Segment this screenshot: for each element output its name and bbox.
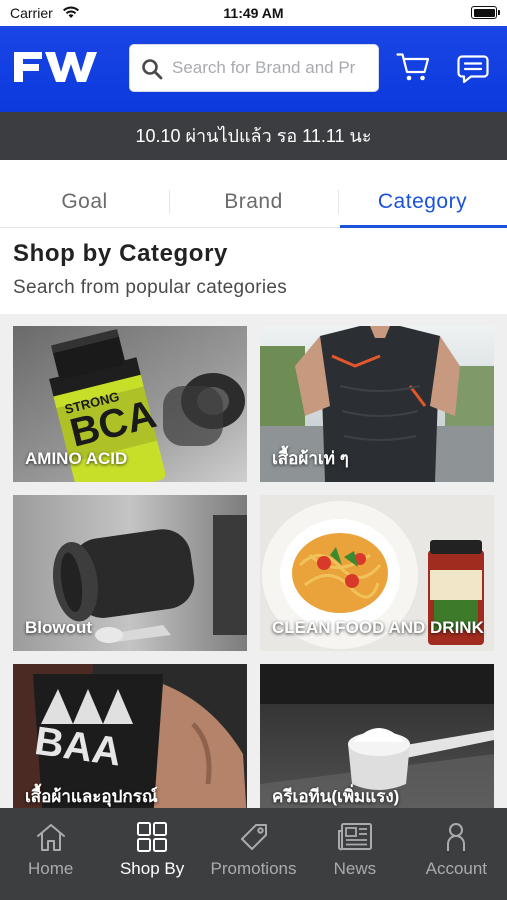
- person-icon: [447, 823, 466, 851]
- tab-goal[interactable]: Goal: [0, 178, 169, 227]
- shop-by-tabs: Goal Brand Category: [0, 178, 507, 228]
- search-icon: [142, 59, 163, 80]
- search-box[interactable]: [129, 44, 379, 92]
- app-header: [0, 26, 507, 112]
- tabbar-label: Home: [28, 859, 74, 878]
- tabbar-label: Account: [425, 859, 488, 878]
- grid-icon: [137, 822, 168, 852]
- tab-category[interactable]: Category: [338, 178, 507, 228]
- search-input[interactable]: [172, 45, 372, 91]
- category-card-clean-food[interactable]: CLEAN FOOD AND DRINK: [260, 495, 494, 651]
- status-time: 11:49 AM: [223, 5, 284, 21]
- bottom-tab-bar: Home Shop By Promotions News Account: [0, 808, 507, 900]
- tabbar-news[interactable]: News: [304, 808, 405, 900]
- announcement-bar: 10.10 ผ่านไปแล้ว รอ 11.11 นะ: [0, 112, 507, 160]
- tabbar-account[interactable]: Account: [406, 808, 507, 900]
- category-label: ครีเอทีน(เพิ่มแรง): [272, 787, 400, 806]
- category-label: AMINO ACID: [25, 449, 128, 468]
- cart-icon[interactable]: [396, 52, 430, 82]
- category-label: เสื้อผ้าเท่ ๆ: [272, 449, 349, 468]
- status-bar: Carrier 11:49 AM: [0, 0, 507, 26]
- category-label: Blowout: [25, 618, 93, 637]
- category-grid: STRONG BCA AMINO ACID เสื้อผ้าเท่ ๆ Blow…: [0, 314, 507, 808]
- tabbar-label: Shop By: [119, 859, 185, 878]
- tabbar-shop-by[interactable]: Shop By: [101, 808, 202, 900]
- category-card-cool-clothes[interactable]: เสื้อผ้าเท่ ๆ: [260, 326, 494, 482]
- tab-brand[interactable]: Brand: [169, 178, 338, 227]
- newspaper-icon: [337, 823, 372, 851]
- category-card-creatine[interactable]: ครีเอทีน(เพิ่มแรง): [260, 664, 494, 808]
- home-icon: [36, 824, 65, 851]
- category-card-blowout[interactable]: Blowout: [13, 495, 247, 651]
- section-title: Shop by Category: [13, 240, 228, 267]
- category-card-apparel-equipment[interactable]: BAA เสื้อผ้าและอุปกรณ์: [13, 664, 247, 808]
- section-subtitle: Search from popular categories: [13, 277, 288, 298]
- category-label: เสื้อผ้าและอุปกรณ์: [25, 787, 158, 806]
- tabbar-home[interactable]: Home: [0, 808, 101, 900]
- category-label: CLEAN FOOD AND DRINK: [272, 618, 484, 637]
- tag-icon: [240, 824, 267, 850]
- tabbar-label: News: [333, 859, 377, 878]
- fw-logo[interactable]: [12, 50, 110, 84]
- tabbar-label: Promotions: [210, 859, 297, 878]
- chat-icon[interactable]: [457, 54, 489, 84]
- category-card-amino-acid[interactable]: STRONG BCA AMINO ACID: [13, 326, 247, 482]
- battery-icon: [471, 6, 500, 19]
- tabbar-promotions[interactable]: Promotions: [203, 808, 304, 900]
